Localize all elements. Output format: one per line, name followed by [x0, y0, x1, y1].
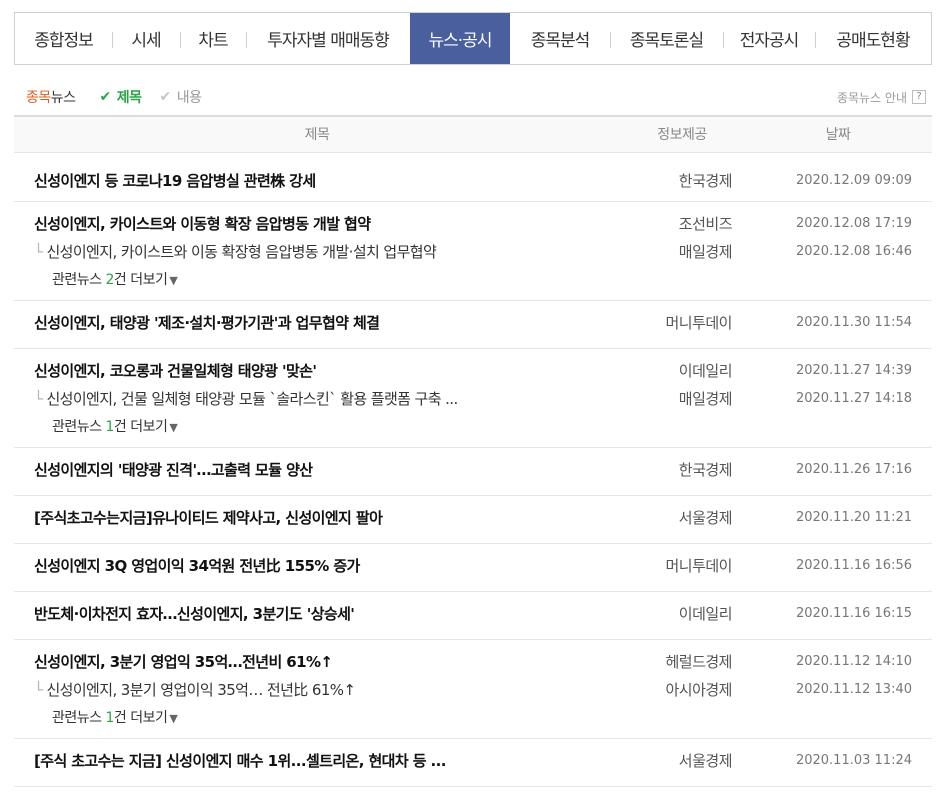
news-source: 조선비즈 — [678, 214, 732, 233]
check-icon: ✔ — [99, 89, 112, 105]
news-row: 신성이엔지, 3분기 영업익 35억…전년비 61%↑ └ 신성이엔지, 3분기 … — [14, 639, 932, 739]
related-more-button[interactable]: 관련뉴스 2건 더보기 ▼ — [34, 266, 620, 294]
tab-chart[interactable]: 차트 — [180, 13, 246, 64]
news-title-link[interactable]: 반도체·이차전지 효자…신성이엔지, 3분기도 '상승세' — [34, 600, 620, 628]
related-news-link[interactable]: 신성이엔지, 카이스트와 이동 확장형 음압병동 개발·설치 업무협약 — [46, 243, 436, 261]
tab-bar: 종합정보 시세 차트 투자자별 매매동향 뉴스·공시 종목분석 종목토론실 전자… — [14, 12, 932, 65]
reply-branch-icon: └ — [34, 242, 43, 261]
news-row: 신성이엔지, 태양광 '제조·설치·평가기관'과 업무협약 체결 머니투데이 2… — [14, 300, 932, 349]
news-date: 2020.11.30 11:54 — [795, 314, 912, 330]
news-source: 이데일리 — [678, 604, 732, 623]
chevron-down-icon: ▼ — [169, 420, 178, 434]
news-source: 서울경제 — [678, 508, 732, 527]
related-date: 2020.11.12 13:40 — [795, 681, 912, 697]
tab-price[interactable]: 시세 — [112, 13, 180, 64]
news-title-link[interactable]: 신성이엔지, 코오롱과 건물일체형 태양광 '맞손' — [34, 357, 620, 385]
tab-stock-analysis[interactable]: 종목분석 — [510, 13, 610, 64]
help-icon: ? — [912, 90, 926, 104]
tab-news-disclosure[interactable]: 뉴스·공시 — [410, 13, 510, 64]
header-date: 날짜 — [744, 115, 932, 153]
news-title-link[interactable]: 신성이엔지, 3분기 영업익 35억…전년비 61%↑ — [34, 648, 620, 676]
tab-investor-trading[interactable]: 투자자별 매매동향 — [246, 13, 410, 64]
news-date: 2020.11.26 17:16 — [795, 461, 912, 477]
related-source: 매일경제 — [678, 242, 732, 261]
filter-content-option[interactable]: ✔ 내용 — [160, 87, 202, 107]
news-date: 2020.12.08 17:19 — [795, 215, 912, 231]
related-news-link[interactable]: 신성이엔지, 3분기 영업이익 35억… 전년比 61%↑ — [46, 681, 356, 699]
related-source: 아시아경제 — [665, 680, 732, 699]
news-source: 한국경제 — [678, 460, 732, 479]
tab-e-disclosure[interactable]: 전자공시 — [723, 13, 815, 64]
chevron-down-icon: ▼ — [169, 711, 178, 725]
news-date: 2020.11.12 14:10 — [795, 653, 912, 669]
news-row: 신성이엔지 등 코로나19 음압병실 관련株 강세 한국경제 2020.12.0… — [14, 152, 932, 202]
tab-overview[interactable]: 종합정보 — [15, 13, 112, 64]
news-source: 한국경제 — [678, 171, 732, 190]
filter-title-option[interactable]: ✔ 제목 — [100, 87, 142, 107]
related-more-button[interactable]: 관련뉴스 1건 더보기 ▼ — [34, 413, 620, 441]
news-title-link[interactable]: 신성이엔지 등 코로나19 음압병실 관련株 강세 — [34, 167, 620, 195]
news-title-link[interactable]: [주식초고수는지금]유나이티드 제약사고, 신성이엔지 팔아 — [34, 504, 620, 532]
chevron-down-icon: ▼ — [169, 273, 178, 287]
news-source: 헤럴드경제 — [665, 652, 732, 671]
reply-branch-icon: └ — [34, 389, 43, 408]
news-title-link[interactable]: [주식 초고수는 지금] 신성이엔지 매수 1위...셀트리온, 현대차 등 .… — [34, 747, 620, 775]
news-row: 반도체·이차전지 효자…신성이엔지, 3분기도 '상승세' 이데일리 2020.… — [14, 591, 932, 640]
news-source: 서울경제 — [678, 751, 732, 770]
news-row: 신성이엔지의 '태양광 진격'…고출력 모듈 양산 한국경제 2020.11.2… — [14, 447, 932, 496]
news-row: 신성이엔지 3Q 영업이익 34억원 전년比 155% 증가 머니투데이 202… — [14, 543, 932, 592]
news-date: 2020.11.16 16:15 — [795, 605, 912, 621]
news-row: [주식초고수는지금]유나이티드 제약사고, 신성이엔지 팔아 서울경제 2020… — [14, 495, 932, 544]
tab-discussion[interactable]: 종목토론실 — [610, 13, 723, 64]
news-date: 2020.11.03 11:24 — [795, 752, 912, 768]
reply-branch-icon: └ — [34, 680, 43, 699]
news-title-link[interactable]: 신성이엔지, 태양광 '제조·설치·평가기관'과 업무협약 체결 — [34, 309, 620, 337]
news-date: 2020.12.09 09:09 — [795, 172, 912, 188]
news-table: 제목 정보제공 날짜 신성이엔지 등 코로나19 음압병실 관련株 강세 한국경… — [14, 115, 932, 787]
news-row: 신성이엔지, 코오롱과 건물일체형 태양광 '맞손' └ 신성이엔지, 건물 일체… — [14, 348, 932, 448]
header-source: 정보제공 — [620, 115, 744, 153]
news-date: 2020.11.20 11:21 — [795, 509, 912, 525]
section-title: 종목뉴스 — [26, 90, 76, 106]
news-source: 머니투데이 — [665, 556, 732, 575]
related-source: 매일경제 — [678, 389, 732, 408]
related-date: 2020.11.27 14:18 — [795, 390, 912, 406]
news-row: 신성이엔지, 카이스트와 이동형 확장 음압병동 개발 협약 └ 신성이엔지, 카… — [14, 201, 932, 301]
news-subheader: 종목뉴스 ✔ 제목 ✔ 내용 종목뉴스 안내? — [26, 86, 932, 108]
news-title-link[interactable]: 신성이엔지 3Q 영업이익 34억원 전년比 155% 증가 — [34, 552, 620, 580]
news-date: 2020.11.16 16:56 — [795, 557, 912, 573]
news-source: 이데일리 — [678, 361, 732, 380]
header-title: 제목 — [14, 115, 620, 153]
news-title-link[interactable]: 신성이엔지, 카이스트와 이동형 확장 음압병동 개발 협약 — [34, 210, 620, 238]
news-guide-link[interactable]: 종목뉴스 안내? — [837, 89, 926, 106]
related-news-link[interactable]: 신성이엔지, 건물 일체형 태양광 모듈 `솔라스킨` 활용 플랫폼 구축 ..… — [46, 390, 458, 408]
news-title-link[interactable]: 신성이엔지의 '태양광 진격'…고출력 모듈 양산 — [34, 456, 620, 484]
related-more-button[interactable]: 관련뉴스 1건 더보기 ▼ — [34, 704, 620, 732]
check-icon: ✔ — [159, 89, 172, 105]
news-date: 2020.11.27 14:39 — [795, 362, 912, 378]
tab-short-selling[interactable]: 공매도현황 — [815, 13, 931, 64]
news-row: [주식 초고수는 지금] 신성이엔지 매수 1위...셀트리온, 현대차 등 .… — [14, 738, 932, 787]
related-date: 2020.12.08 16:46 — [795, 243, 912, 259]
news-source: 머니투데이 — [665, 313, 732, 332]
table-header: 제목 정보제공 날짜 — [14, 115, 932, 153]
